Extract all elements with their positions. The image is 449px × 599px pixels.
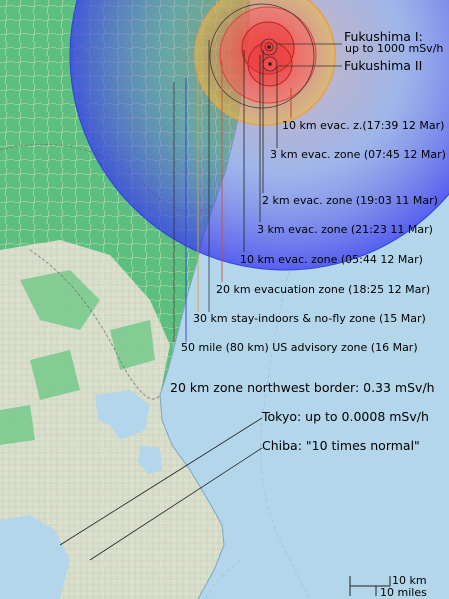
fukushima-1-dose-label: up to 1000 mSv/h: [345, 42, 444, 55]
zone-label-3km-2: 3 km evac. zone (21:23 11 Mar): [257, 223, 433, 236]
scale-miles-label: 10 miles: [380, 586, 427, 599]
fukushima-2-label: Fukushima II: [344, 58, 423, 73]
zone-label-10km-daini: 10 km evac. z.(17:39 12 Mar): [282, 119, 445, 132]
map-canvas: [0, 0, 449, 599]
zone-label-30km: 30 km stay-indoors & no-fly zone (15 Mar…: [193, 312, 426, 325]
zone-label-2km: 2 km evac. zone (19:03 11 Mar): [262, 194, 438, 207]
scale-km-label: 10 km: [392, 574, 427, 587]
fukushima-2-marker: [268, 62, 272, 66]
zone-label-50mile: 50 mile (80 km) US advisory zone (16 Mar…: [181, 341, 418, 354]
zone-label-3km: 3 km evac. zone (07:45 12 Mar): [270, 148, 446, 161]
map-figure: Fukushima I: up to 1000 mSv/h Fukushima …: [0, 0, 449, 599]
fukushima-1-marker: [267, 45, 271, 49]
zone-label-10km: 10 km evac. zone (05:44 12 Mar): [240, 253, 423, 266]
northwest-border-reading: 20 km zone northwest border: 0.33 mSv/h: [170, 380, 435, 395]
chiba-reading: Chiba: "10 times normal": [262, 438, 420, 453]
zone-label-20km: 20 km evacuation zone (18:25 12 Mar): [216, 283, 431, 296]
tokyo-reading: Tokyo: up to 0.0008 mSv/h: [262, 409, 429, 424]
